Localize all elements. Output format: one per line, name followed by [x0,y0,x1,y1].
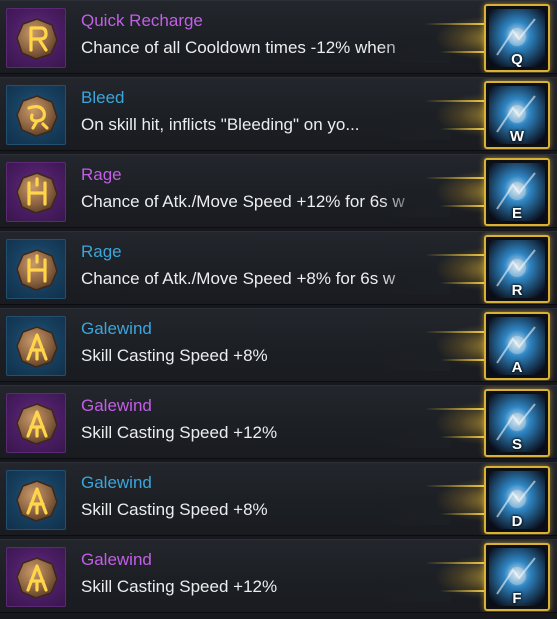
rune-icon-frame [6,547,66,607]
glow-streak [425,23,485,25]
glow-streak [440,590,485,592]
equipped-glow [395,78,495,150]
skill-key-label: S [511,436,522,453]
glow-streak [425,562,485,564]
rune-name: Rage [81,242,122,261]
skill-key-label: A [511,359,523,376]
rune-stone-icon [16,557,58,599]
skill-key-label: R [511,282,523,299]
glow-streak [425,100,485,102]
rune-name: Galewind [81,396,152,415]
equipped-glow [395,155,495,227]
equipped-glow [395,540,495,612]
skill-slot[interactable]: A [484,312,550,380]
skill-slot[interactable]: W [484,81,550,149]
skill-key-label: D [511,513,523,530]
skill-slot[interactable]: E [484,158,550,226]
rune-row-7[interactable]: Galewind Skill Casting Speed +8% D [0,462,557,536]
rune-stone-icon [16,172,58,214]
skill-slot[interactable]: F [484,543,550,611]
rune-stone-icon [16,249,58,291]
rune-icon-frame [6,239,66,299]
rune-icon-frame [6,85,66,145]
rune-name: Galewind [81,319,152,338]
equipped-glow [395,1,495,73]
skill-slot[interactable]: Q [484,4,550,72]
glow-streak [440,128,485,130]
rune-stone-icon [16,403,58,445]
glow-streak [440,359,485,361]
rune-name: Rage [81,165,122,184]
skill-key-label: Q [511,51,523,68]
glow-streak [425,331,485,333]
rune-list: Quick Recharge Chance of all Cooldown ti… [0,0,557,619]
skill-slot[interactable]: S [484,389,550,457]
rune-row-1[interactable]: Quick Recharge Chance of all Cooldown ti… [0,0,557,74]
skill-key-label: E [511,205,522,222]
rune-name: Quick Recharge [81,11,203,30]
rune-row-3[interactable]: Rage Chance of Atk./Move Speed +12% for … [0,154,557,228]
glow-streak [440,436,485,438]
rune-row-4[interactable]: Rage Chance of Atk./Move Speed +8% for 6… [0,231,557,305]
rune-name: Galewind [81,473,152,492]
rune-name: Galewind [81,550,152,569]
rune-icon-frame [6,162,66,222]
glow-streak [440,513,485,515]
equipped-glow [395,463,495,535]
skill-key-label: W [509,128,525,145]
rune-icon-frame [6,470,66,530]
rune-row-8[interactable]: Galewind Skill Casting Speed +12% F [0,539,557,613]
rune-stone-icon [16,95,58,137]
skill-key-label: F [512,590,522,607]
equipped-glow [395,232,495,304]
rune-icon-frame [6,393,66,453]
equipped-glow [395,386,495,458]
glow-streak [440,282,485,284]
rune-name: Bleed [81,88,125,107]
rune-icon-frame [6,8,66,68]
rune-stone-icon [16,18,58,60]
rune-row-2[interactable]: Bleed On skill hit, inflicts "Bleeding" … [0,77,557,151]
skill-slot[interactable]: R [484,235,550,303]
rune-stone-icon [16,480,58,522]
glow-streak [425,485,485,487]
glow-streak [425,408,485,410]
rune-row-5[interactable]: Galewind Skill Casting Speed +8% A [0,308,557,382]
glow-streak [425,254,485,256]
glow-streak [440,51,485,53]
glow-streak [425,177,485,179]
rune-stone-icon [16,326,58,368]
rune-row-6[interactable]: Galewind Skill Casting Speed +12% S [0,385,557,459]
skill-slot[interactable]: D [484,466,550,534]
glow-streak [440,205,485,207]
rune-icon-frame [6,316,66,376]
equipped-glow [395,309,495,381]
